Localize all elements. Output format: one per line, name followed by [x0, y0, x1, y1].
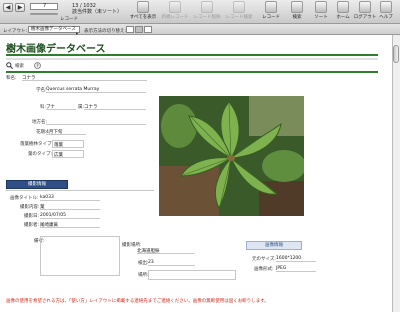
- size-label: 検出:: [138, 261, 149, 266]
- remarks-field[interactable]: [40, 236, 120, 276]
- dimensions-label: 元のサイズ:: [252, 257, 276, 262]
- title-divider: [6, 54, 378, 56]
- sort-label: ソート: [314, 15, 328, 20]
- kaiki-label: 花期:: [36, 130, 47, 135]
- leaf-image: [159, 96, 304, 216]
- photo-info-divider: [6, 190, 154, 191]
- svg-text:?: ?: [36, 63, 38, 68]
- previous-record-button[interactable]: ◀: [3, 3, 13, 12]
- form-view-button[interactable]: [126, 26, 134, 33]
- sort-icon: [315, 1, 327, 13]
- image-title-field[interactable]: ka033: [40, 195, 100, 201]
- layout-select-value: 樹木画像データベース: [31, 27, 76, 32]
- location-field[interactable]: 北海道胆振: [137, 248, 195, 254]
- find-record-icon: [233, 1, 245, 13]
- person-label: 撮影者:: [24, 223, 40, 228]
- date-label: 撮影日:: [24, 214, 40, 219]
- yoki-label: 落葉樹林タイプ:: [20, 142, 54, 147]
- home-icon: [337, 1, 349, 13]
- new-record-icon: [169, 1, 181, 13]
- size-field[interactable]: 23: [148, 260, 195, 266]
- usage-notice: 画像の使用を希望される方は、「使い方」レイアウトに掲載する連絡先までご連絡くださ…: [6, 299, 269, 304]
- records-label: レコード: [262, 15, 280, 20]
- search-icon: [6, 62, 13, 69]
- title-divider-shadow: [6, 58, 378, 60]
- format-label: 画像形式:: [254, 267, 274, 272]
- found-count: 13 / 1032 該当件数（未ソート）: [72, 3, 122, 15]
- person-field[interactable]: 尾崎康眞: [40, 222, 100, 228]
- find-record-button[interactable]: レコード検索: [224, 1, 254, 23]
- new-record-label: 新規レコード: [161, 15, 189, 20]
- show-all-button[interactable]: すべてを表示: [128, 1, 158, 23]
- image-info-button[interactable]: 画像情報: [246, 241, 302, 250]
- place-label: 場所:: [138, 273, 149, 278]
- yoki-field[interactable]: 落葉: [52, 140, 84, 148]
- new-record-button[interactable]: 新規レコード: [160, 1, 190, 23]
- wamei-label: 和名:: [6, 76, 17, 81]
- kaiki-field[interactable]: 4月下旬: [46, 129, 86, 135]
- find-label: 検索: [292, 15, 302, 20]
- help-circle-icon: ?: [34, 62, 41, 69]
- gakumei-field[interactable]: Quercus serrata Murray: [46, 87, 146, 93]
- page-title: 樹木画像データベース: [6, 44, 106, 55]
- vertical-scrollbar[interactable]: [392, 35, 400, 312]
- ha-label: 葉のタイプ:: [28, 152, 53, 157]
- record-label: レコード: [60, 17, 78, 22]
- find-record-label: レコード検索: [225, 15, 253, 20]
- table-view-button[interactable]: [144, 26, 152, 33]
- found-status: 該当件数（未ソート）: [72, 9, 123, 15]
- delete-record-button[interactable]: レコード削除: [192, 1, 222, 23]
- dimensions-field[interactable]: 1600*1200: [276, 256, 316, 262]
- home-label: ホーム: [336, 15, 350, 20]
- show-all-label: すべてを表示: [129, 15, 157, 20]
- record-number-input[interactable]: 7: [30, 3, 58, 10]
- help-label: ヘルプ: [379, 15, 393, 20]
- records-icon: [265, 1, 277, 13]
- date-field[interactable]: 2001/07/05: [40, 213, 100, 219]
- magnifier-icon: [291, 1, 303, 13]
- chiho-label: 地方名:: [32, 120, 48, 125]
- list-view-button[interactable]: [135, 26, 143, 33]
- delete-record-label: レコード削除: [193, 15, 221, 20]
- view-switch-label: 表示方法の切り替え:: [84, 29, 127, 34]
- image-title-label: 画像タイトル:: [10, 196, 39, 201]
- ha-field[interactable]: 広葉: [52, 150, 84, 158]
- section-divider: [6, 71, 378, 73]
- logout-label: ログアウト: [353, 15, 377, 20]
- delete-record-icon: [201, 1, 213, 13]
- tree-photo: [159, 96, 304, 216]
- format-field[interactable]: JPEG: [276, 266, 316, 272]
- photo-info-button[interactable]: 撮影情報: [6, 180, 68, 189]
- content-label: 撮影内容:: [20, 205, 40, 210]
- next-record-button[interactable]: ▶: [15, 3, 25, 12]
- layout-select[interactable]: 樹木画像データベース▾: [28, 26, 80, 37]
- chiho-field[interactable]: [46, 119, 146, 125]
- layout-label: レイアウト:: [3, 29, 28, 34]
- search-link[interactable]: 検索: [6, 62, 24, 69]
- gakumei-label: 学名:: [36, 88, 47, 93]
- place-field[interactable]: [148, 270, 236, 280]
- show-all-icon: [137, 1, 149, 13]
- scrollbar-thumb[interactable]: [393, 45, 399, 63]
- record-slider[interactable]: [30, 13, 58, 15]
- ka-field[interactable]: ブナ: [46, 104, 76, 110]
- help-icon: [380, 1, 392, 13]
- help-button[interactable]: ヘルプ: [374, 1, 398, 23]
- zoku-field[interactable]: コナラ: [84, 104, 146, 110]
- wamei-field[interactable]: コナラ: [22, 75, 147, 81]
- help-link[interactable]: ?: [34, 62, 41, 71]
- search-link-label: 検索: [15, 63, 24, 69]
- content-field[interactable]: 葉: [40, 204, 100, 210]
- logout-icon: [359, 1, 371, 13]
